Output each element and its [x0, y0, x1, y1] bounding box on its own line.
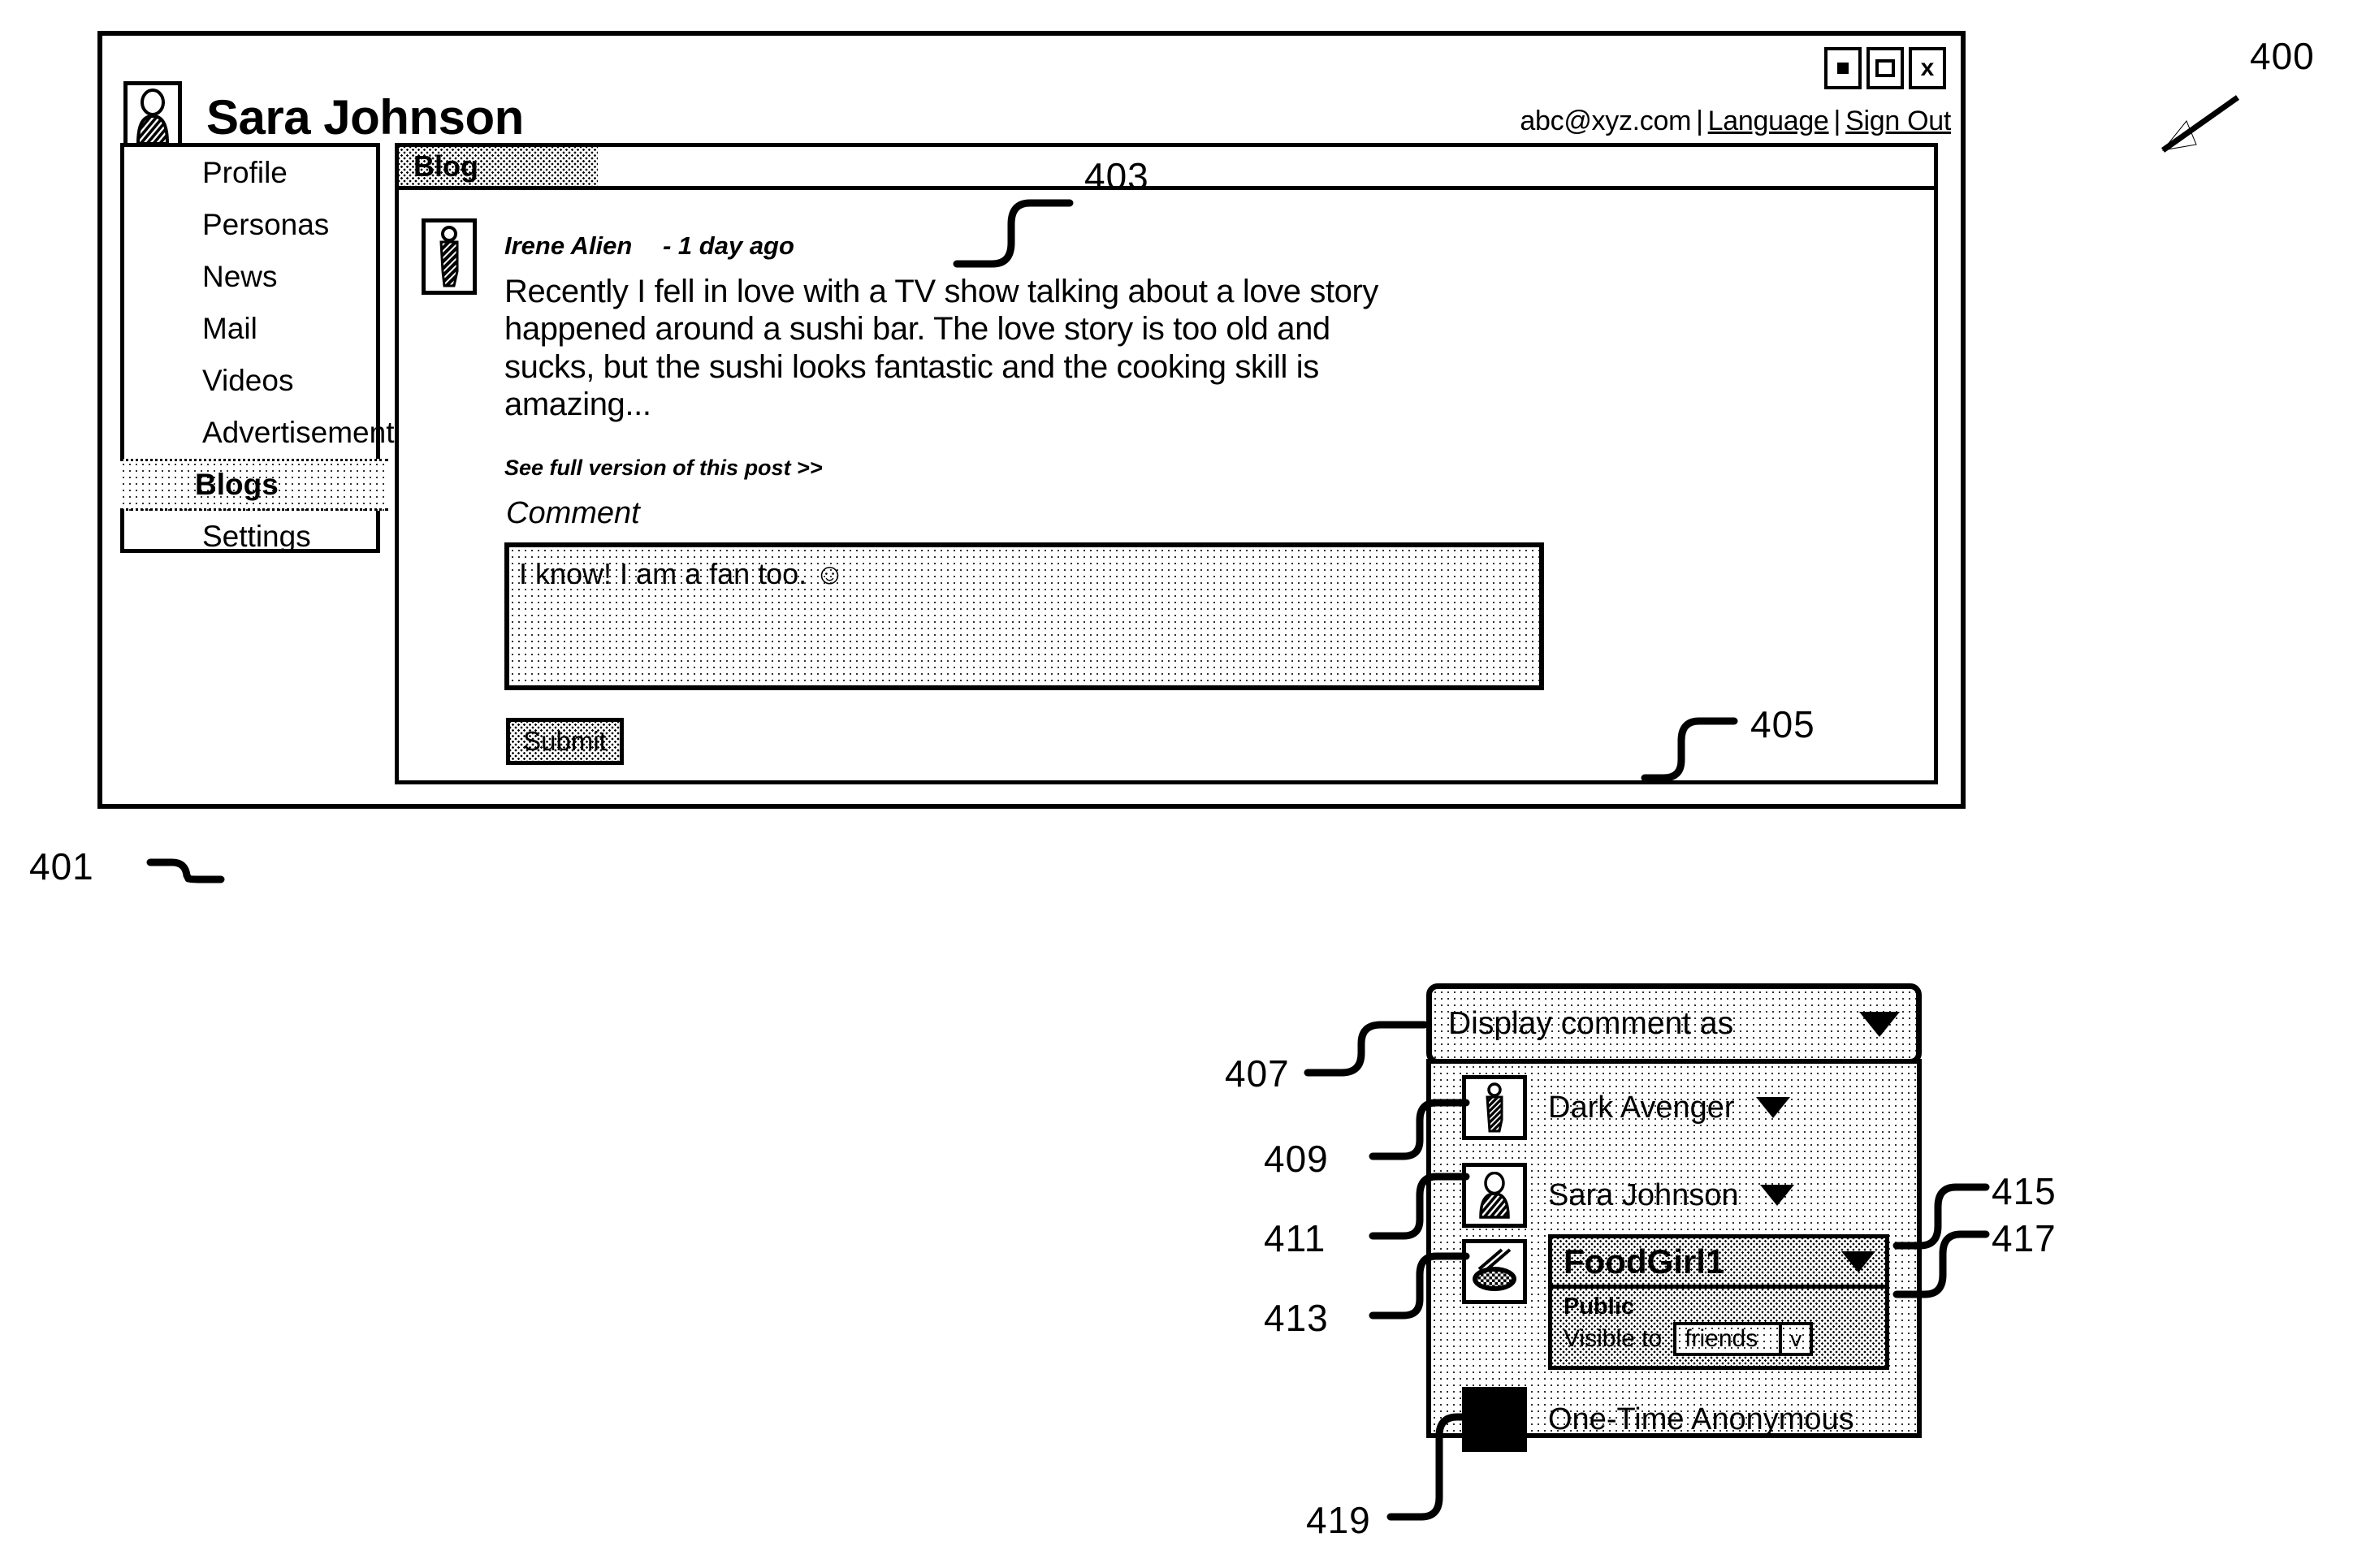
- leader-line-419: [1386, 1413, 1487, 1521]
- patent-figure-canvas: x abc@xyz.com | Language | Sign Out Sara…: [0, 0, 2379, 1568]
